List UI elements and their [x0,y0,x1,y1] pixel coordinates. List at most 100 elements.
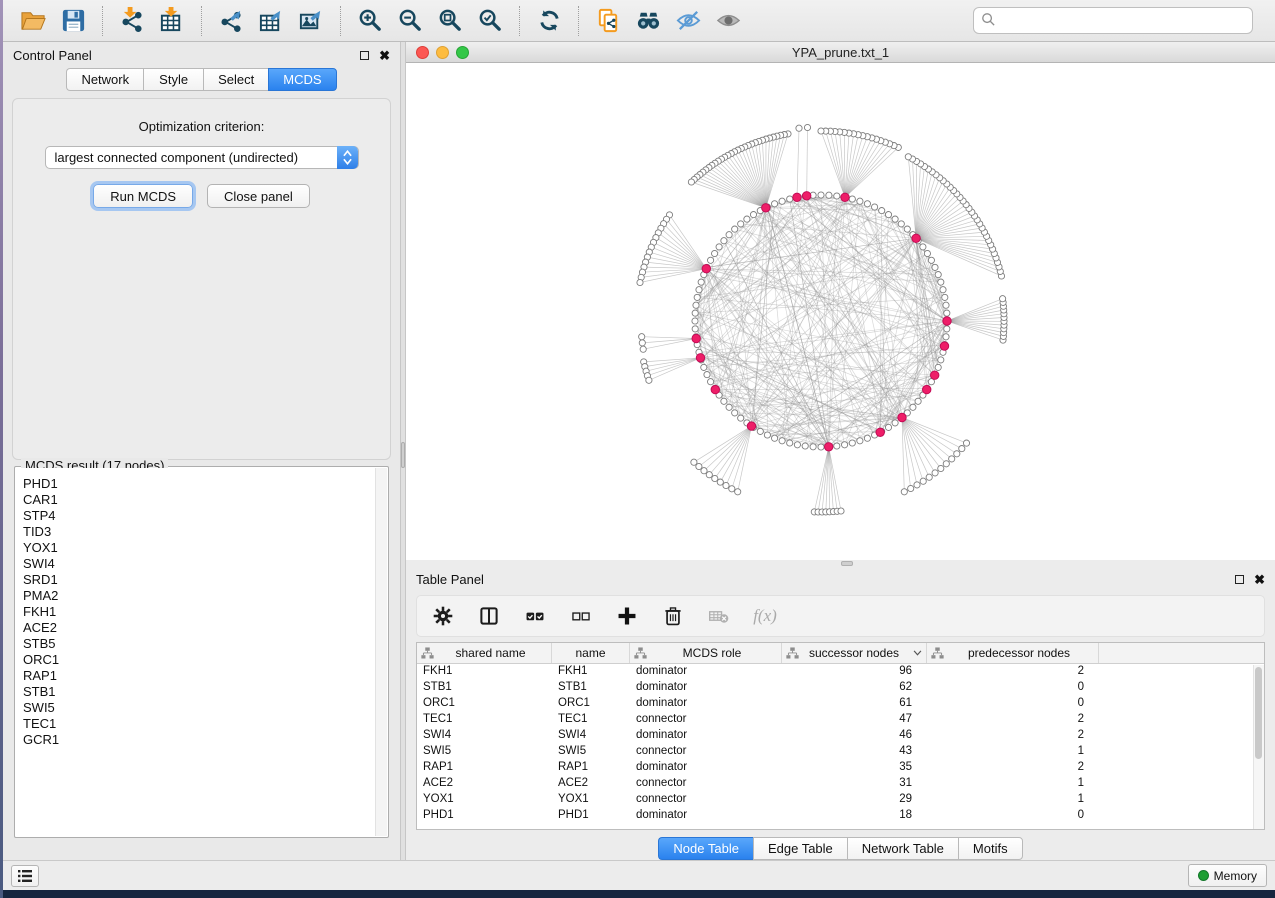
mcds-result-list[interactable]: PHD1CAR1STP4TID3YOX1SWI4SRD1PMA2FKH1ACE2… [16,468,387,836]
splitter-grip[interactable] [841,561,853,566]
tab-edge-table[interactable]: Edge Table [753,837,847,860]
mcds-result-item[interactable]: SRD1 [23,572,387,588]
table-cell [1099,712,1264,728]
export-image-button[interactable] [291,4,331,38]
mcds-result-item[interactable]: PMA2 [23,588,387,604]
tab-style[interactable]: Style [143,68,203,91]
search-icon [981,12,996,27]
table-cell: connector [630,792,782,808]
table-panel-header: Table Panel ✖ [406,567,1275,591]
show-graphics-details-button[interactable] [708,4,748,38]
save-button[interactable] [53,4,93,38]
select-all-button[interactable] [523,604,547,628]
zoom-selected-button[interactable] [470,4,510,38]
zoom-in-button[interactable] [350,4,390,38]
table-cell [1099,664,1264,680]
mcds-result-item[interactable]: CAR1 [23,492,387,508]
column-header-successor-nodes[interactable]: successor nodes [782,643,927,663]
function-builder-button[interactable]: f(x) [753,604,777,628]
tab-node-table[interactable]: Node Table [658,837,753,860]
table-row[interactable]: SWI5SWI5connector431 [417,744,1264,760]
table-cell: YOX1 [552,792,630,808]
table-row[interactable]: STB1STB1dominator620 [417,680,1264,696]
tab-motifs[interactable]: Motifs [958,837,1023,860]
column-header-MCDS-role[interactable]: MCDS role [630,643,782,663]
delete-row-button[interactable] [661,604,685,628]
status-bar: Memory [3,860,1275,890]
table-header-row: shared namename MCDS role successor nodesp… [417,643,1264,664]
table-row[interactable]: FKH1FKH1dominator962 [417,664,1264,680]
search-network-button[interactable] [628,4,668,38]
mcds-result-item[interactable]: STP4 [23,508,387,524]
refresh-button[interactable] [529,4,569,38]
table-row[interactable]: PHD1PHD1dominator180 [417,808,1264,824]
mcds-result-item[interactable]: PHD1 [23,476,387,492]
mcds-result-item[interactable]: STB1 [23,684,387,700]
import-network-button[interactable] [112,4,152,38]
mcds-result-item[interactable]: SWI4 [23,556,387,572]
mcds-result-item[interactable]: FKH1 [23,604,387,620]
mcds-result-item[interactable]: TID3 [23,524,387,540]
column-header-shared-name[interactable]: shared name [417,643,552,663]
table-row[interactable]: SWI4SWI4dominator462 [417,728,1264,744]
network-view-canvas[interactable] [406,63,1275,560]
vertical-splitter[interactable] [400,42,406,860]
tab-network[interactable]: Network [66,68,143,91]
float-panel-icon[interactable] [1235,575,1244,584]
add-row-button[interactable] [615,604,639,628]
zoom-fit-button[interactable] [430,4,470,38]
tab-network-table[interactable]: Network Table [847,837,958,860]
mcds-result-item[interactable]: ACE2 [23,620,387,636]
table-cell: 0 [927,680,1099,696]
table-cell: TEC1 [552,712,630,728]
float-panel-icon[interactable] [360,51,369,60]
mcds-list-scrollbar[interactable] [375,468,387,836]
table-scrollbar[interactable] [1253,665,1264,829]
scrollbar-thumb[interactable] [1255,667,1262,759]
mcds-result-group: MCDS result (17 nodes) PHD1CAR1STP4TID3Y… [14,466,389,838]
column-label: MCDS role [683,646,742,660]
search-input[interactable] [973,7,1253,34]
zoom-out-button[interactable] [390,4,430,38]
mcds-result-item[interactable]: ORC1 [23,652,387,668]
network-graph[interactable] [406,63,1275,560]
toolbar-separator [102,6,103,36]
clone-network-button[interactable] [588,4,628,38]
split-columns-button[interactable] [477,604,501,628]
column-header-name[interactable]: name [552,643,630,663]
export-table-button[interactable] [251,4,291,38]
mcds-result-item[interactable]: YOX1 [23,540,387,556]
import-table-button[interactable] [152,4,192,38]
mcds-result-item[interactable]: SWI5 [23,700,387,716]
close-panel-button[interactable]: Close panel [207,184,310,208]
table-cell [1099,792,1264,808]
open-folder-button[interactable] [13,4,53,38]
delete-table-button[interactable] [707,604,731,628]
mcds-result-item[interactable]: STB5 [23,636,387,652]
mcds-result-item[interactable]: GCR1 [23,732,387,748]
table-row[interactable]: ORC1ORC1dominator610 [417,696,1264,712]
toolbar-icon-groups [13,4,748,38]
horizontal-splitter[interactable] [406,560,1275,567]
close-panel-icon[interactable]: ✖ [379,49,390,62]
table-row[interactable]: TEC1TEC1connector472 [417,712,1264,728]
table-cell: 46 [782,728,927,744]
table-row[interactable]: RAP1RAP1dominator352 [417,760,1264,776]
hide-selected-button[interactable] [668,4,708,38]
mcds-result-item[interactable]: TEC1 [23,716,387,732]
tab-mcds[interactable]: MCDS [268,68,336,91]
gear-button[interactable] [431,604,455,628]
table-row[interactable]: YOX1YOX1connector291 [417,792,1264,808]
export-network-button[interactable] [211,4,251,38]
clear-selection-button[interactable] [569,604,593,628]
table-row[interactable]: ACE2ACE2connector311 [417,776,1264,792]
mcds-result-item[interactable]: RAP1 [23,668,387,684]
tab-select[interactable]: Select [203,68,268,91]
close-panel-icon[interactable]: ✖ [1254,573,1265,586]
memory-button[interactable]: Memory [1188,864,1267,887]
run-mcds-button[interactable]: Run MCDS [93,184,193,208]
optimization-criterion-select[interactable]: largest connected component (undirected) [45,146,359,169]
column-header-predecessor-nodes[interactable]: predecessor nodes [927,643,1099,663]
task-history-button[interactable] [11,865,39,887]
splitter-grip[interactable] [401,442,405,468]
